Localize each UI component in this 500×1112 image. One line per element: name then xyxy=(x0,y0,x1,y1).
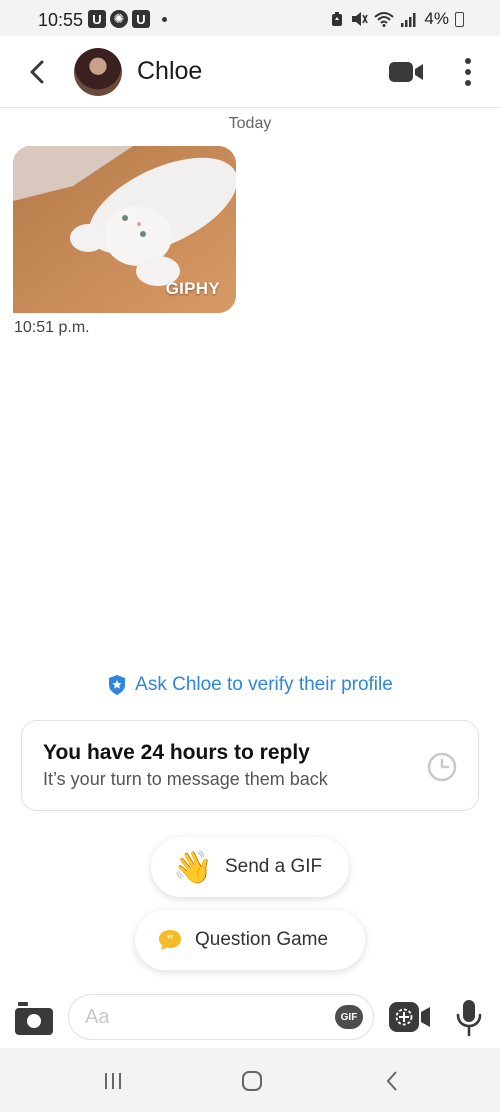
gif-button[interactable]: GIF xyxy=(335,1005,363,1029)
chevron-left-icon xyxy=(30,60,44,84)
status-system-icons: 4% xyxy=(330,9,464,29)
reply-card-subtitle: It’s your turn to message them back xyxy=(43,769,328,789)
question-game-label: Question Game xyxy=(195,929,329,950)
camera-icon xyxy=(15,1002,53,1035)
video-camera-icon xyxy=(389,62,423,82)
gif-message[interactable]: GIPHY xyxy=(13,146,236,313)
verify-profile-label: Ask Chloe to verify their profile xyxy=(135,674,393,695)
more-options-button[interactable] xyxy=(456,54,480,90)
verify-profile-link[interactable]: Ask Chloe to verify their profile xyxy=(0,674,500,696)
recent-apps-button[interactable] xyxy=(98,1066,128,1096)
reply-card-title: You have 24 hours to reply xyxy=(43,741,310,764)
message-timestamp: 10:51 p.m. xyxy=(14,319,90,336)
speech-bubble-quote-icon: ” xyxy=(159,930,181,950)
status-bar: 10:55 U ✺ U 4% xyxy=(0,0,500,36)
dot-icon xyxy=(162,16,167,22)
vertical-dots-icon xyxy=(465,58,471,64)
recent-apps-icon xyxy=(105,1073,121,1089)
wifi-icon xyxy=(374,12,395,27)
camera-button[interactable] xyxy=(14,1000,54,1036)
back-nav-icon xyxy=(386,1071,397,1091)
send-gif-label: Send a GIF xyxy=(225,856,323,877)
status-notification-icons: U ✺ U xyxy=(88,10,167,28)
media-video-icon xyxy=(389,1002,430,1032)
back-button[interactable] xyxy=(22,56,52,88)
avatar[interactable] xyxy=(74,48,122,96)
reply-reminder-card: You have 24 hours to reply It’s your tur… xyxy=(21,720,479,811)
chat-header: Chloe xyxy=(0,36,500,108)
signal-icon xyxy=(401,13,416,27)
verified-shield-icon xyxy=(109,675,126,695)
clock-icon xyxy=(427,752,457,782)
home-icon xyxy=(242,1071,262,1091)
battery-percent: 4% xyxy=(424,9,449,28)
send-gif-button[interactable]: 👋 Send a GIF xyxy=(151,837,349,897)
media-video-button[interactable] xyxy=(388,999,432,1035)
microphone-icon xyxy=(456,1000,482,1037)
status-time: 10:55 xyxy=(38,10,84,30)
u-app-icon: U xyxy=(88,10,106,28)
back-nav-button[interactable] xyxy=(377,1066,407,1096)
u-app-icon: U xyxy=(132,10,150,28)
question-game-button[interactable]: ” Question Game xyxy=(135,910,365,970)
giphy-badge: GIPHY xyxy=(165,279,220,298)
home-button[interactable] xyxy=(237,1066,267,1096)
date-separator: Today xyxy=(228,115,272,132)
video-call-button[interactable] xyxy=(388,60,424,84)
message-input-bar: GIF xyxy=(0,992,500,1046)
system-navigation-bar xyxy=(0,1048,500,1112)
message-input[interactable] xyxy=(68,994,374,1040)
microphone-button[interactable] xyxy=(454,998,484,1038)
basketball-icon: ✺ xyxy=(110,10,128,28)
mute-icon xyxy=(352,12,369,26)
contact-name[interactable]: Chloe xyxy=(137,57,202,86)
battery-charging-icon xyxy=(455,11,464,27)
svg-text:”: ” xyxy=(167,932,174,947)
battery-saver-icon xyxy=(332,12,343,26)
waving-hand-icon: 👋 xyxy=(173,849,213,885)
